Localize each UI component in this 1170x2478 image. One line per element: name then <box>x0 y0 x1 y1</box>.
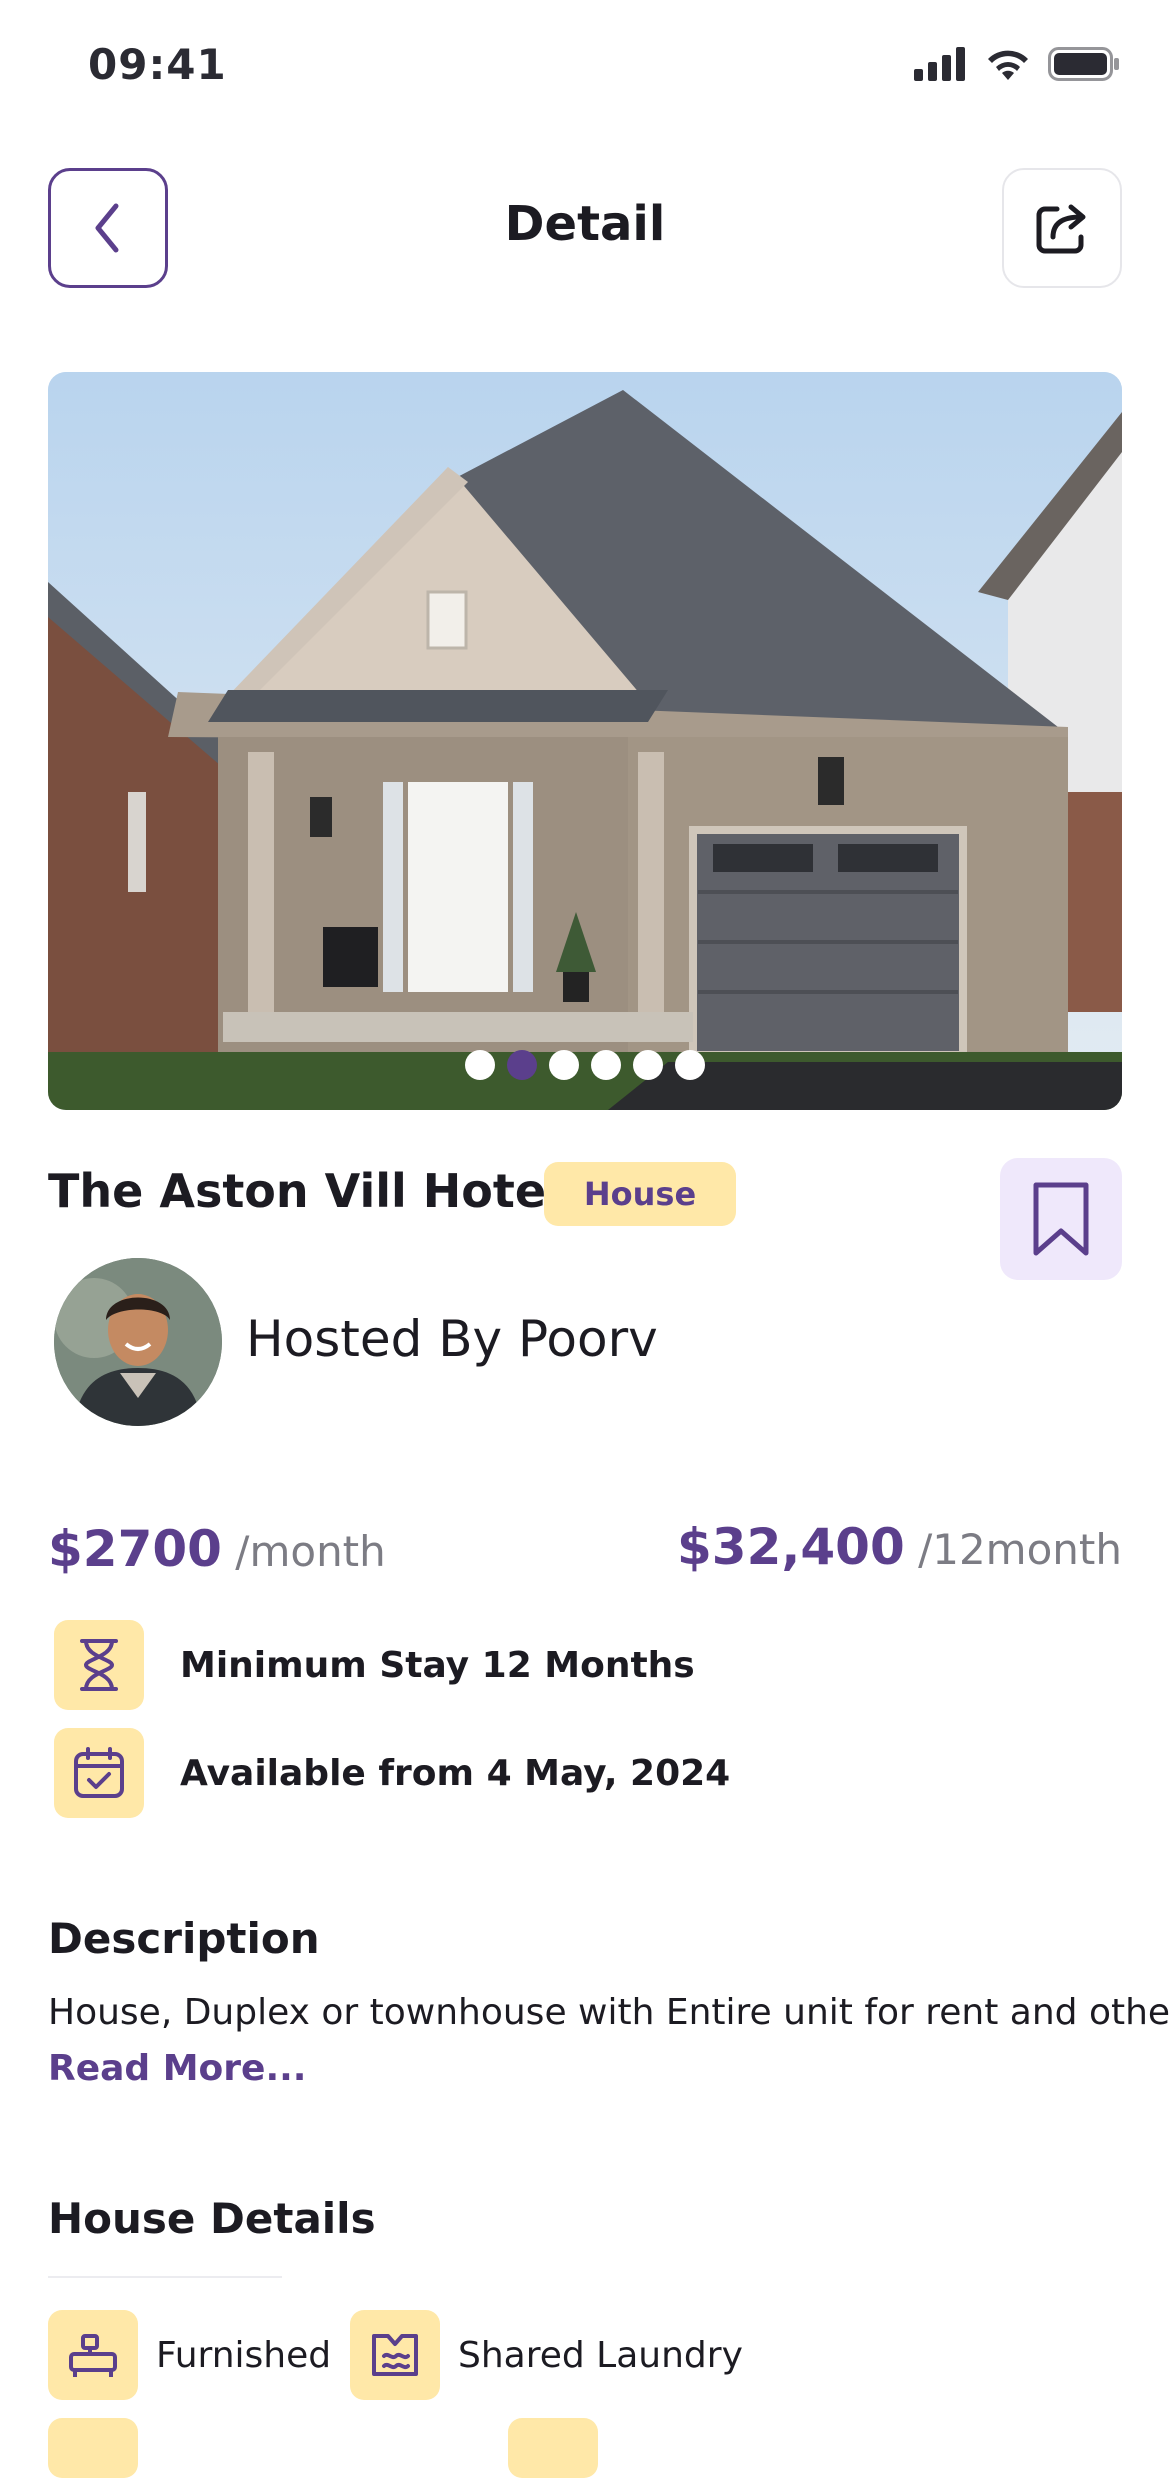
house-photo <box>48 372 1122 1110</box>
monthly-price-value: $2700 <box>48 1520 222 1578</box>
gallery-pagination <box>48 1050 1122 1080</box>
host-prefix: Hosted By <box>246 1310 519 1368</box>
bookmark-icon <box>1033 1182 1089 1256</box>
pagination-dot[interactable] <box>591 1050 621 1080</box>
wifi-icon <box>988 50 1028 80</box>
share-icon <box>1036 204 1086 254</box>
status-time: 09:41 <box>88 40 227 89</box>
detail-shared-laundry: Shared Laundry <box>350 2310 743 2400</box>
share-button[interactable] <box>1002 168 1122 288</box>
monthly-price: $2700 /month <box>48 1520 386 1578</box>
monthly-price-unit: /month <box>221 1527 386 1576</box>
house-details-heading: House Details <box>48 2194 376 2243</box>
type-badge: House <box>544 1162 736 1226</box>
signal-icon <box>914 47 965 81</box>
detail-icon-partial <box>48 2418 138 2478</box>
minimum-stay-row: Minimum Stay 12 Months <box>54 1620 695 1710</box>
bookmark-button[interactable] <box>1000 1158 1122 1280</box>
yearly-price-unit: /12month <box>904 1525 1122 1574</box>
calendar-check-icon <box>54 1728 144 1818</box>
description-heading: Description <box>48 1914 320 1963</box>
pagination-dot[interactable] <box>549 1050 579 1080</box>
read-more-link[interactable]: Read More... <box>48 2048 307 2089</box>
host-line: Hosted By Poorv <box>246 1310 658 1368</box>
battery-icon <box>1048 47 1119 81</box>
yearly-price: $32,400 /12month <box>677 1518 1122 1576</box>
listing-title: The Aston Vill Hotel <box>48 1164 562 1218</box>
avatar[interactable] <box>54 1258 222 1426</box>
pagination-dot[interactable] <box>675 1050 705 1080</box>
detail-shared-laundry-label: Shared Laundry <box>458 2334 743 2376</box>
host-name[interactable]: Poorv <box>518 1310 658 1368</box>
pagination-dot[interactable] <box>465 1050 495 1080</box>
pagination-dot[interactable] <box>507 1050 537 1080</box>
detail-icon-partial <box>508 2418 598 2478</box>
availability-text: Available from 4 May, 2024 <box>180 1752 731 1794</box>
divider <box>48 2276 282 2278</box>
furniture-icon <box>48 2310 138 2400</box>
hourglass-icon <box>54 1620 144 1710</box>
listing-photo[interactable] <box>48 372 1122 1110</box>
page-title: Detail <box>504 196 666 252</box>
detail-furnished-label: Furnished <box>156 2334 332 2376</box>
detail-furnished: Furnished <box>48 2310 331 2400</box>
minimum-stay-text: Minimum Stay 12 Months <box>180 1644 695 1686</box>
status-icons <box>914 46 1120 82</box>
description-text: House, Duplex or townhouse with Entire u… <box>48 1992 1170 2033</box>
host-photo <box>54 1258 222 1426</box>
availability-row: Available from 4 May, 2024 <box>54 1728 730 1818</box>
pagination-dot[interactable] <box>633 1050 663 1080</box>
yearly-price-value: $32,400 <box>677 1518 905 1576</box>
laundry-icon <box>350 2310 440 2400</box>
